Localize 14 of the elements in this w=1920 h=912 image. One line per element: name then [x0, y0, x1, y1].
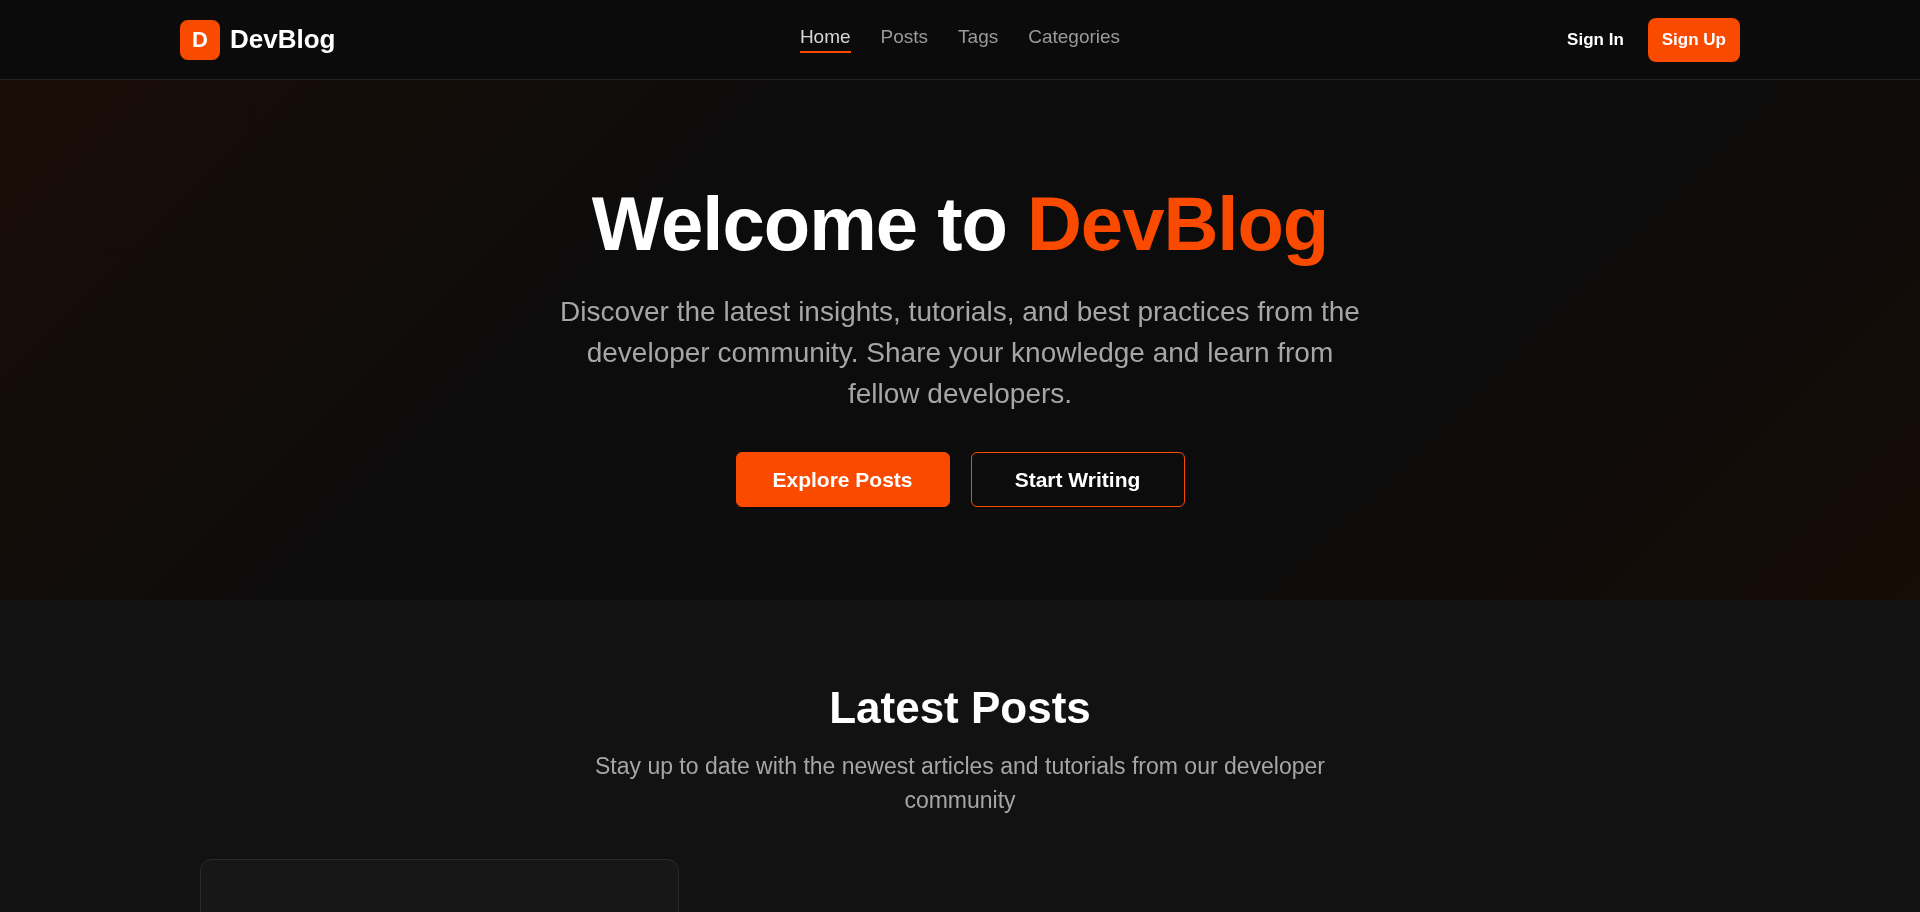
brand-name[interactable]: DevBlog — [230, 24, 336, 55]
nav-link[interactable]: Categories — [1028, 26, 1121, 53]
section-heading: Latest Posts — [829, 682, 1091, 734]
section-subtitle: Stay up to date with the newest articles and tutorials from our developer community — [594, 751, 1326, 815]
outline-button[interactable]: Start Writing — [970, 452, 1185, 508]
sign-up-button[interactable]: Sign Up — [1647, 17, 1740, 62]
nav-link[interactable]: Tags — [958, 26, 999, 53]
nav-link[interactable]: Home — [799, 26, 851, 53]
hero-title: Welcome to DevBlog — [591, 180, 1329, 268]
sign-in-link[interactable]: Sign In — [1567, 29, 1624, 50]
hero-subtitle: Discover the latest insights, tutorials, and best practices from the developer community. Share your knowledge and learn from fellow developers. — [559, 295, 1361, 412]
primary-button[interactable]: Explore Posts — [735, 452, 950, 508]
nav-link[interactable]: Posts — [880, 26, 929, 53]
logo-icon[interactable]: D — [180, 19, 220, 60]
